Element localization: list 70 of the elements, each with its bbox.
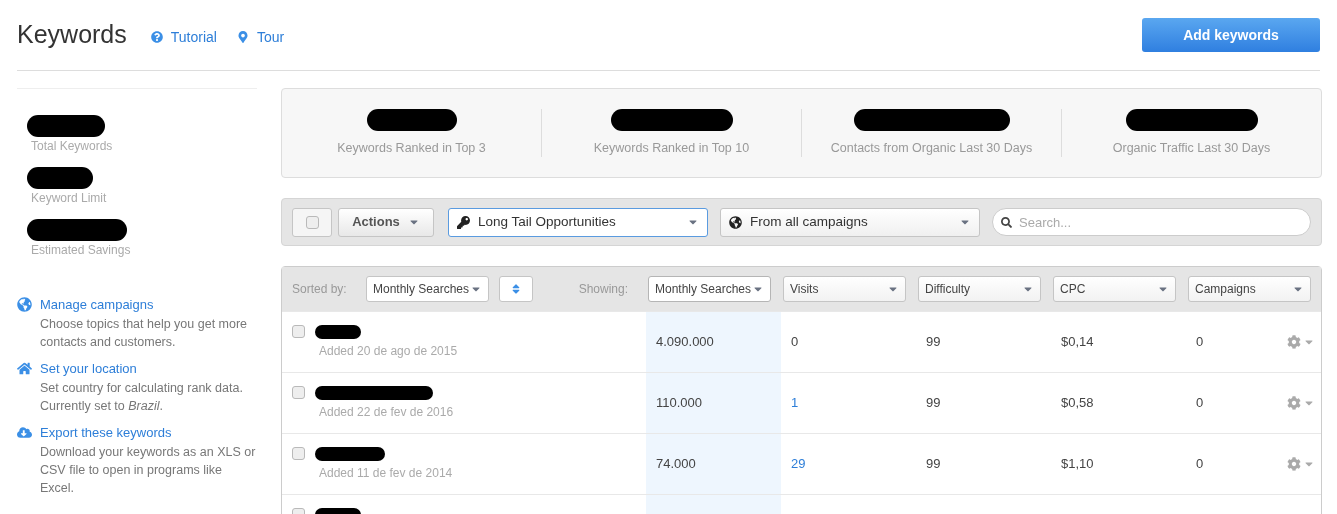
sort-direction-button[interactable] [499,276,533,302]
table-cell-text: 0 [1196,394,1204,413]
key-icon [457,215,470,229]
page-title: Keywords [17,19,127,51]
globe-icon [729,215,742,229]
summary-label: Keywords Ranked in Top 10 [593,139,750,157]
table-cell-text: 99 [926,333,941,352]
search-icon [1001,217,1012,228]
cloud-icon [17,425,32,440]
checkbox[interactable] [292,386,305,399]
sidebar-description: Download your keywords as an XLS or CSV file to open in programs like Excel. [40,444,257,497]
table-cell-text: $0,14 [1061,333,1094,352]
sort-dropdown[interactable]: Monthly Searches [366,276,489,302]
table-cell-text: $1,10 [1061,455,1094,474]
sorted-by-label: Sorted by: [292,281,348,298]
question-icon [150,31,163,43]
table-cell-text: 74.000 [656,455,696,474]
column-dropdown[interactable]: Monthly Searches [648,276,771,302]
stat-label: Keyword Limit [31,190,108,207]
summary-label: Contacts from Organic Last 30 Days [830,139,1033,157]
settings-icon [1287,457,1301,471]
globe-icon [17,297,32,312]
table-cell-text: 4.090.000 [656,333,714,352]
table-cell-text: 99 [926,455,941,474]
redaction-mark [315,325,361,339]
showing-label: Showing: [578,281,628,298]
column-dropdown[interactable]: Visits [783,276,906,302]
column-dropdown[interactable]: Campaigns [1188,276,1311,302]
checkbox[interactable] [305,215,319,229]
sidebar-link[interactable]: Set your location [40,359,257,379]
table-cell-text: $0,58 [1061,394,1094,413]
help-link[interactable]: Tutorial [150,26,217,48]
sidebar-description: Set country for calculating rank data. Currently set to Brazil. [40,380,244,415]
checkbox[interactable] [292,447,305,460]
added-date: Added 11 de fev de 2014 [319,465,453,482]
redaction-mark [27,167,93,189]
redaction-mark [315,447,385,461]
home-icon [17,361,32,376]
table-cell-text: 99 [926,394,941,413]
sidebar-link[interactable]: Export these keywords [40,423,257,443]
settings-menu-button[interactable] [1287,335,1315,349]
table-cell-text: 0 [1196,333,1204,352]
summary-label: Organic Traffic Last 30 Days [1112,139,1271,157]
table-cell-text: 0 [791,333,799,352]
settings-menu-button[interactable] [1287,457,1315,471]
added-date: Added 22 de fev de 2016 [319,404,454,421]
checkbox[interactable] [292,325,305,338]
campaign-dropdown[interactable]: From all campaigns [720,207,980,237]
settings-menu-button[interactable] [1287,396,1315,410]
actions-button[interactable]: Actions [338,207,434,237]
summary-label: Keywords Ranked in Top 3 [337,139,486,157]
pin-icon [236,31,249,43]
sidebar-description: Choose topics that help you get more contacts and customers. [40,316,249,351]
select-all-button[interactable] [292,207,332,237]
search-field[interactable]: Search... [992,208,1311,236]
column-dropdown[interactable]: CPC [1053,276,1176,302]
column-dropdown[interactable]: Difficulty [918,276,1041,302]
table-cell-text: 110.000 [656,394,703,413]
sort-icon [510,283,522,295]
settings-icon [1287,335,1301,349]
stat-label: Total Keywords [31,138,114,155]
filter-dropdown[interactable]: Long Tail Opportunities [448,207,708,237]
help-link[interactable]: Tour [236,26,285,48]
settings-icon [1287,396,1301,410]
table-cell-text: 0 [1196,455,1204,474]
sidebar-link[interactable]: Manage campaigns [40,295,257,315]
stat-label: Estimated Savings [31,242,132,259]
added-date: Added 20 de ago de 2015 [319,343,458,360]
visits-link[interactable]: 1 [791,393,799,413]
visits-link[interactable]: 29 [791,454,806,474]
